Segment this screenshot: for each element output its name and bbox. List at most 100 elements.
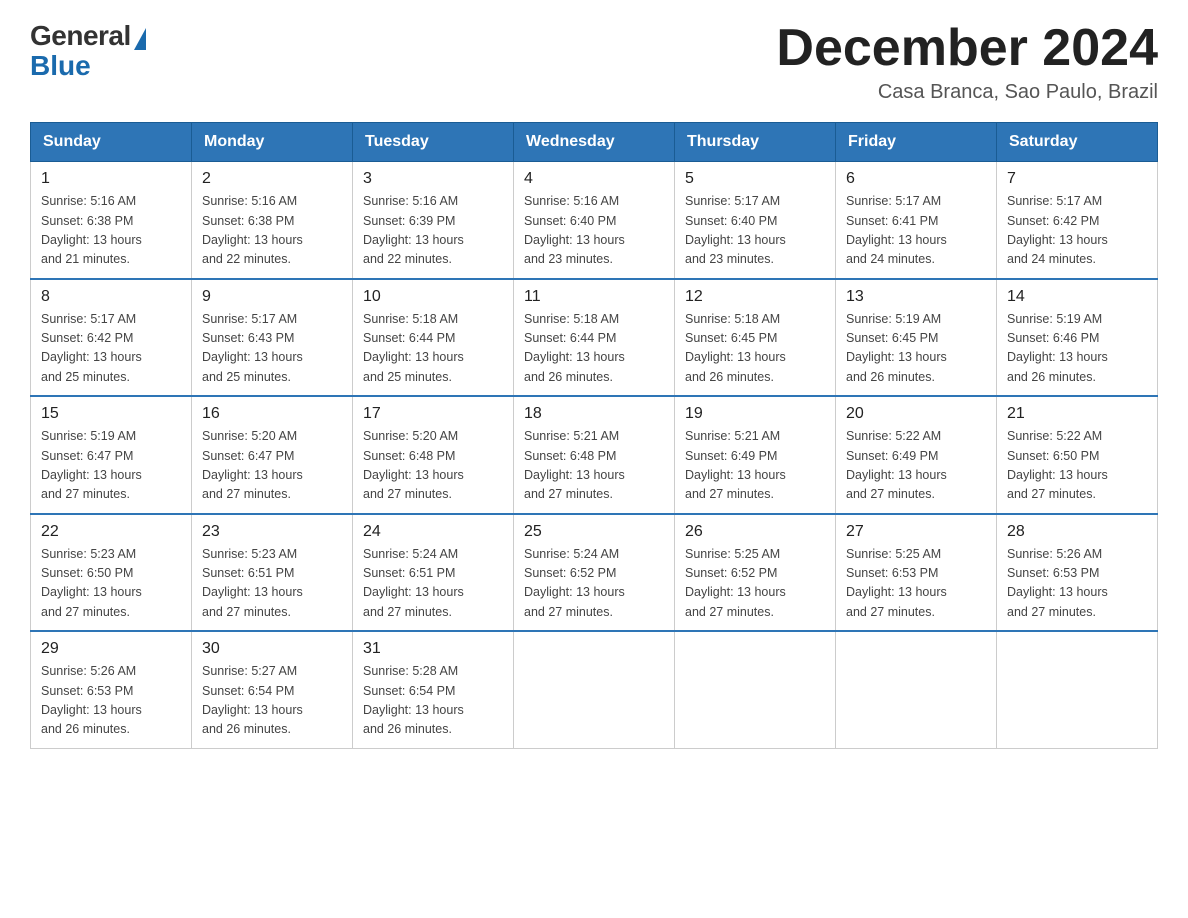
table-row: 31 Sunrise: 5:28 AMSunset: 6:54 PMDayligh… [353, 631, 514, 748]
table-row: 14 Sunrise: 5:19 AMSunset: 6:46 PMDayligh… [997, 279, 1158, 397]
day-number: 11 [524, 288, 664, 306]
day-number: 29 [41, 640, 181, 658]
table-row: 26 Sunrise: 5:25 AMSunset: 6:52 PMDayligh… [675, 514, 836, 632]
table-row: 7Sunrise: 5:17 AMSunset: 6:42 PMDaylight… [997, 162, 1158, 279]
table-row [997, 631, 1158, 748]
day-number: 30 [202, 640, 342, 658]
day-number: 24 [363, 523, 503, 541]
day-info: Sunrise: 5:22 AMSunset: 6:49 PMDaylight:… [846, 427, 986, 505]
day-info: Sunrise: 5:17 AMSunset: 6:43 PMDaylight:… [202, 310, 342, 388]
day-info: Sunrise: 5:23 AMSunset: 6:51 PMDaylight:… [202, 545, 342, 623]
day-info: Sunrise: 5:20 AMSunset: 6:47 PMDaylight:… [202, 427, 342, 505]
day-number: 4 [524, 170, 664, 188]
header-tuesday: Tuesday [353, 123, 514, 162]
table-row: 4 Sunrise: 5:16 AMSunset: 6:40 PMDaylight… [514, 162, 675, 279]
day-info: Sunrise: 5:19 AMSunset: 6:46 PMDaylight:… [1007, 310, 1147, 388]
header-sunday: Sunday [31, 123, 192, 162]
table-row: 28 Sunrise: 5:26 AMSunset: 6:53 PMDayligh… [997, 514, 1158, 632]
table-row: 20 Sunrise: 5:22 AMSunset: 6:49 PMDayligh… [836, 396, 997, 514]
day-number: 5 [685, 170, 825, 188]
table-row: 9Sunrise: 5:17 AMSunset: 6:43 PMDaylight… [192, 279, 353, 397]
day-number: 3 [363, 170, 503, 188]
table-row: 24Sunrise: 5:24 AMSunset: 6:51 PMDayligh… [353, 514, 514, 632]
table-row: 18 Sunrise: 5:21 AMSunset: 6:48 PMDayligh… [514, 396, 675, 514]
day-info: Sunrise: 5:16 AMSunset: 6:38 PMDaylight:… [202, 192, 342, 270]
day-number: 18 [524, 405, 664, 423]
day-info: Sunrise: 5:26 AMSunset: 6:53 PMDaylight:… [1007, 545, 1147, 623]
day-number: 17 [363, 405, 503, 423]
table-row: 11 Sunrise: 5:18 AMSunset: 6:44 PMDayligh… [514, 279, 675, 397]
logo-general-text: General [30, 20, 131, 52]
month-title: December 2024 [776, 20, 1158, 77]
table-row: 16 Sunrise: 5:20 AMSunset: 6:47 PMDayligh… [192, 396, 353, 514]
day-info: Sunrise: 5:27 AMSunset: 6:54 PMDaylight:… [202, 662, 342, 740]
day-info: Sunrise: 5:25 AMSunset: 6:52 PMDaylight:… [685, 545, 825, 623]
day-info: Sunrise: 5:16 AMSunset: 6:38 PMDaylight:… [41, 192, 181, 270]
header-thursday: Thursday [675, 123, 836, 162]
day-info: Sunrise: 5:28 AMSunset: 6:54 PMDaylight:… [363, 662, 503, 740]
table-row: 3 Sunrise: 5:16 AMSunset: 6:39 PMDaylight… [353, 162, 514, 279]
location-subtitle: Casa Branca, Sao Paulo, Brazil [776, 81, 1158, 104]
table-row [514, 631, 675, 748]
day-info: Sunrise: 5:21 AMSunset: 6:49 PMDaylight:… [685, 427, 825, 505]
day-number: 23 [202, 523, 342, 541]
header-monday: Monday [192, 123, 353, 162]
day-number: 20 [846, 405, 986, 423]
day-number: 10 [363, 288, 503, 306]
day-info: Sunrise: 5:25 AMSunset: 6:53 PMDaylight:… [846, 545, 986, 623]
day-info: Sunrise: 5:24 AMSunset: 6:52 PMDaylight:… [524, 545, 664, 623]
day-number: 7 [1007, 170, 1147, 188]
day-info: Sunrise: 5:18 AMSunset: 6:44 PMDaylight:… [524, 310, 664, 388]
table-row: 23 Sunrise: 5:23 AMSunset: 6:51 PMDayligh… [192, 514, 353, 632]
title-area: December 2024 Casa Branca, Sao Paulo, Br… [776, 20, 1158, 104]
page-header: General Blue December 2024 Casa Branca, … [30, 20, 1158, 104]
table-row: 29 Sunrise: 5:26 AMSunset: 6:53 PMDayligh… [31, 631, 192, 748]
table-row [836, 631, 997, 748]
day-number: 16 [202, 405, 342, 423]
table-row: 12Sunrise: 5:18 AMSunset: 6:45 PMDayligh… [675, 279, 836, 397]
day-number: 22 [41, 523, 181, 541]
day-info: Sunrise: 5:20 AMSunset: 6:48 PMDaylight:… [363, 427, 503, 505]
logo-triangle-icon [134, 28, 146, 50]
day-info: Sunrise: 5:19 AMSunset: 6:45 PMDaylight:… [846, 310, 986, 388]
table-row: 1 Sunrise: 5:16 AMSunset: 6:38 PMDaylight… [31, 162, 192, 279]
day-number: 1 [41, 170, 181, 188]
day-number: 28 [1007, 523, 1147, 541]
header-wednesday: Wednesday [514, 123, 675, 162]
day-number: 21 [1007, 405, 1147, 423]
day-number: 12 [685, 288, 825, 306]
day-info: Sunrise: 5:26 AMSunset: 6:53 PMDaylight:… [41, 662, 181, 740]
calendar-table: Sunday Monday Tuesday Wednesday Thursday… [30, 122, 1158, 749]
day-info: Sunrise: 5:16 AMSunset: 6:39 PMDaylight:… [363, 192, 503, 270]
day-number: 25 [524, 523, 664, 541]
day-number: 15 [41, 405, 181, 423]
table-row: 17 Sunrise: 5:20 AMSunset: 6:48 PMDayligh… [353, 396, 514, 514]
day-info: Sunrise: 5:18 AMSunset: 6:44 PMDaylight:… [363, 310, 503, 388]
day-number: 13 [846, 288, 986, 306]
logo: General Blue [30, 20, 146, 82]
day-info: Sunrise: 5:17 AMSunset: 6:41 PMDaylight:… [846, 192, 986, 270]
day-number: 19 [685, 405, 825, 423]
table-row: 30 Sunrise: 5:27 AMSunset: 6:54 PMDayligh… [192, 631, 353, 748]
day-info: Sunrise: 5:19 AMSunset: 6:47 PMDaylight:… [41, 427, 181, 505]
table-row: 8Sunrise: 5:17 AMSunset: 6:42 PMDaylight… [31, 279, 192, 397]
day-info: Sunrise: 5:16 AMSunset: 6:40 PMDaylight:… [524, 192, 664, 270]
day-info: Sunrise: 5:23 AMSunset: 6:50 PMDaylight:… [41, 545, 181, 623]
table-row: 22 Sunrise: 5:23 AMSunset: 6:50 PMDayligh… [31, 514, 192, 632]
day-number: 2 [202, 170, 342, 188]
day-number: 8 [41, 288, 181, 306]
table-row: 10 Sunrise: 5:18 AMSunset: 6:44 PMDayligh… [353, 279, 514, 397]
day-number: 14 [1007, 288, 1147, 306]
table-row: 13 Sunrise: 5:19 AMSunset: 6:45 PMDayligh… [836, 279, 997, 397]
day-number: 31 [363, 640, 503, 658]
table-row: 6 Sunrise: 5:17 AMSunset: 6:41 PMDaylight… [836, 162, 997, 279]
table-row [675, 631, 836, 748]
day-number: 26 [685, 523, 825, 541]
header-friday: Friday [836, 123, 997, 162]
header-saturday: Saturday [997, 123, 1158, 162]
table-row: 25 Sunrise: 5:24 AMSunset: 6:52 PMDayligh… [514, 514, 675, 632]
day-info: Sunrise: 5:17 AMSunset: 6:40 PMDaylight:… [685, 192, 825, 270]
day-number: 6 [846, 170, 986, 188]
calendar-header-row: Sunday Monday Tuesday Wednesday Thursday… [31, 123, 1158, 162]
day-info: Sunrise: 5:21 AMSunset: 6:48 PMDaylight:… [524, 427, 664, 505]
